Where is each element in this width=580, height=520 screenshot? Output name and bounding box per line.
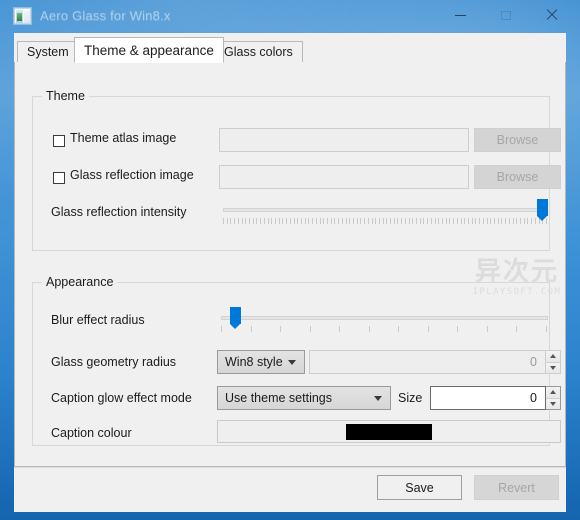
caption-glow-size-value[interactable]: 0 [430, 386, 546, 410]
save-button[interactable]: Save [377, 475, 462, 500]
glass-reflection-image-label: Glass reflection image [70, 168, 194, 182]
glass-geometry-size-value[interactable]: 0 [309, 350, 546, 374]
footer-separator [14, 467, 566, 468]
spinner-down-button[interactable] [546, 398, 560, 409]
watermark: 异次元 IPLAYSOFT.COM [462, 257, 565, 298]
client-area: System Theme & appearance Glass colors T… [14, 33, 566, 503]
slider-track [221, 316, 548, 320]
glass-reflection-image-checkbox[interactable] [53, 172, 65, 184]
caret-down-icon [550, 365, 556, 370]
theme-atlas-image-input[interactable] [219, 128, 469, 152]
caret-down-icon [550, 401, 556, 406]
tab-glass-colors[interactable]: Glass colors [214, 41, 303, 63]
blur-effect-radius-slider[interactable] [221, 307, 548, 332]
chevron-down-icon [374, 396, 382, 401]
watermark-latin: IPLAYSOFT.COM [472, 287, 562, 297]
slider-thumb[interactable] [537, 199, 548, 221]
caption-glow-effect-mode-label: Caption glow effect mode [51, 391, 192, 405]
glass-geometry-style-combobox[interactable]: Win8 style [217, 350, 305, 374]
blur-effect-radius-label: Blur effect radius [51, 313, 145, 327]
revert-button[interactable]: Revert [474, 475, 559, 500]
glass-reflection-intensity-slider[interactable] [223, 199, 548, 224]
spinner-buttons[interactable] [546, 386, 561, 410]
glass-geometry-size-spinner[interactable]: 0 [309, 350, 561, 374]
glass-geometry-radius-label: Glass geometry radius [51, 355, 177, 369]
glass-reflection-intensity-label: Glass reflection intensity [51, 205, 187, 219]
spinner-down-button[interactable] [546, 362, 560, 373]
window-title: Aero Glass for Win8.x [40, 8, 171, 23]
maximize-icon [501, 10, 511, 20]
slider-track [223, 208, 548, 212]
caption-glow-size-label: Size [398, 391, 423, 405]
title-bar[interactable]: Aero Glass for Win8.x [0, 0, 580, 33]
minimize-icon [454, 14, 466, 16]
caption-colour-picker[interactable] [217, 420, 561, 443]
close-icon [546, 9, 558, 21]
tab-theme-appearance[interactable]: Theme & appearance [74, 37, 224, 63]
caption-colour-label: Caption colour [51, 426, 132, 440]
theme-atlas-browse-button[interactable]: Browse [474, 128, 561, 152]
application-window: Aero Glass for Win8.x System Theme & app… [0, 0, 580, 520]
spinner-buttons[interactable] [546, 350, 561, 374]
caption-glow-mode-combobox[interactable]: Use theme settings [217, 386, 391, 410]
caption-colour-swatch[interactable] [346, 423, 432, 440]
maximize-button[interactable] [483, 0, 529, 30]
theme-atlas-image-checkbox[interactable] [53, 135, 65, 147]
minimize-button[interactable] [437, 0, 483, 30]
theme-atlas-image-label: Theme atlas image [70, 131, 177, 145]
tab-page-theme-appearance: Theme Theme atlas image Browse Glass ref… [14, 62, 566, 467]
appearance-group-legend: Appearance [42, 275, 118, 289]
spinner-up-button[interactable] [546, 351, 560, 363]
app-window-icon [14, 8, 31, 24]
caret-up-icon [550, 354, 556, 359]
caption-glow-mode-value: Use theme settings [225, 391, 332, 405]
status-bar [14, 503, 566, 512]
slider-thumb[interactable] [230, 307, 241, 329]
glass-reflection-image-input[interactable] [219, 165, 469, 189]
caption-glow-size-spinner[interactable]: 0 [430, 386, 561, 410]
spinner-up-button[interactable] [546, 387, 560, 399]
glass-reflection-browse-button[interactable]: Browse [474, 165, 561, 189]
chevron-down-icon [288, 360, 296, 365]
theme-group-legend: Theme [42, 89, 89, 103]
slider-ticks [223, 218, 548, 224]
close-button[interactable] [529, 0, 575, 30]
tab-strip: System Theme & appearance Glass colors [14, 37, 566, 63]
slider-ticks [221, 326, 548, 332]
caret-up-icon [550, 390, 556, 395]
footer-bar: Save Revert [14, 467, 566, 503]
tab-system[interactable]: System [17, 41, 79, 63]
watermark-cjk: 异次元 [474, 257, 559, 287]
glass-geometry-style-value: Win8 style [225, 355, 283, 369]
